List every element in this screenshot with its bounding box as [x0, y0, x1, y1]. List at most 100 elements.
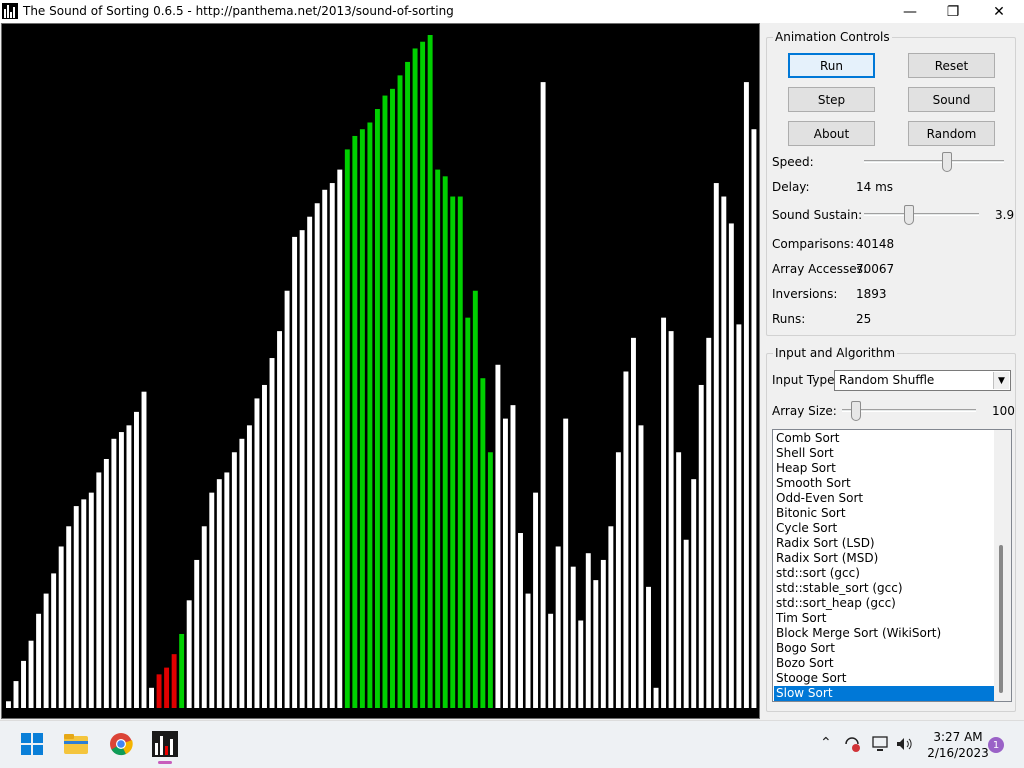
reset-button[interactable]: Reset — [908, 53, 995, 78]
array-bar — [412, 48, 418, 708]
clock-date: 2/16/2023 — [927, 746, 989, 760]
system-clock[interactable]: 3:27 AM 2/16/2023 — [920, 729, 996, 761]
speed-slider-thumb[interactable] — [942, 152, 952, 172]
chrome-icon[interactable] — [106, 729, 136, 759]
volume-icon[interactable] — [895, 735, 913, 753]
array-accesses-value: 70067 — [856, 262, 895, 276]
array-bar — [352, 135, 358, 708]
comparisons-label: Comparisons: — [772, 237, 855, 251]
algorithm-list-item[interactable]: Tim Sort — [774, 611, 994, 626]
array-size-slider[interactable] — [842, 401, 976, 421]
array-bar — [171, 654, 177, 708]
comparisons-value: 40148 — [856, 237, 895, 251]
algorithm-list-item[interactable]: Radix Sort (LSD) — [774, 536, 994, 551]
monitor-icon[interactable] — [871, 735, 889, 753]
array-bar — [329, 183, 335, 708]
input-type-select[interactable]: Random Shuffle ▼ — [834, 370, 1011, 391]
algorithm-list-item[interactable]: Smooth Sort — [774, 476, 994, 491]
inversions-value: 1893 — [856, 287, 887, 301]
array-bar — [736, 324, 742, 708]
run-button[interactable]: Run — [788, 53, 875, 78]
algorithm-list-item[interactable]: Radix Sort (MSD) — [774, 551, 994, 566]
input-type-value: Random Shuffle — [839, 373, 935, 387]
chevron-down-icon[interactable]: ▼ — [993, 372, 1009, 389]
array-bar — [224, 472, 230, 708]
algorithm-list-item[interactable]: std::stable_sort (gcc) — [774, 581, 994, 596]
algorithm-list-item[interactable]: Shell Sort — [774, 446, 994, 461]
algorithm-list-item[interactable]: Comb Sort — [774, 431, 994, 446]
array-bar — [262, 384, 267, 708]
minimize-button[interactable]: — — [887, 0, 933, 23]
array-bar — [728, 223, 734, 708]
array-bar — [683, 539, 689, 708]
array-bar — [179, 633, 185, 708]
array-size-slider-thumb[interactable] — [850, 401, 861, 421]
array-bar — [608, 526, 614, 708]
step-button[interactable]: Step — [788, 87, 875, 112]
array-bar — [540, 82, 546, 709]
array-bar — [141, 391, 147, 708]
algorithm-list-item[interactable]: Slow Sort — [774, 686, 994, 701]
array-bar — [164, 667, 170, 708]
network-status-icon[interactable] — [843, 735, 861, 753]
algorithm-list-item[interactable]: Block Merge Sort (WikiSort) — [774, 626, 994, 641]
maximize-button[interactable]: ❐ — [930, 0, 976, 23]
array-bar — [216, 479, 222, 708]
array-bar — [21, 660, 26, 708]
algorithm-list-item[interactable]: Bozo Sort — [774, 656, 994, 671]
array-bar — [103, 458, 109, 708]
file-explorer-icon[interactable] — [61, 729, 91, 759]
array-bar — [359, 129, 365, 709]
array-bar — [43, 593, 49, 708]
array-bar — [292, 236, 298, 708]
sound-of-sorting-icon[interactable] — [150, 729, 180, 764]
array-bar — [691, 479, 697, 708]
algorithm-list-item[interactable]: Bitonic Sort — [774, 506, 994, 521]
sound-button[interactable]: Sound — [908, 87, 995, 112]
speed-slider[interactable] — [864, 152, 1004, 172]
windows-start-icon[interactable] — [17, 729, 47, 759]
array-bar — [578, 620, 584, 708]
show-hidden-icons-chevron-icon[interactable]: ⌃ — [820, 735, 832, 751]
array-bar — [246, 425, 252, 708]
algorithm-list-item[interactable]: Cycle Sort — [774, 521, 994, 536]
array-bar — [149, 687, 154, 708]
sound-sustain-slider[interactable] — [864, 205, 979, 225]
algorithm-list-item[interactable]: Bogo Sort — [774, 641, 994, 656]
array-size-label: Array Size: — [772, 404, 837, 418]
random-button[interactable]: Random — [908, 121, 995, 146]
array-bar — [239, 438, 245, 708]
array-bar — [661, 317, 667, 708]
algorithm-list[interactable]: Comb Sort Shell Sort Heap Sort Smooth Sort O… — [772, 429, 1012, 702]
algorithm-list-item[interactable]: Heap Sort — [774, 461, 994, 476]
array-bar — [630, 337, 636, 708]
array-bar — [269, 358, 275, 708]
runs-value: 25 — [856, 312, 872, 326]
algorithm-list-item[interactable]: std::sort (gcc) — [774, 566, 994, 581]
array-bar — [36, 613, 42, 708]
algorithm-list-item[interactable]: std::sort_heap (gcc) — [774, 596, 994, 611]
algorithm-list-scrollbar[interactable] — [994, 430, 1011, 701]
sorting-visualization — [1, 23, 760, 719]
speed-label: Speed: — [772, 155, 814, 169]
array-bar — [254, 398, 260, 708]
array-bar — [435, 169, 441, 709]
array-bar — [600, 559, 606, 708]
sound-sustain-slider-thumb[interactable] — [903, 205, 914, 225]
array-bar — [194, 559, 200, 708]
delay-value: 14 ms — [856, 180, 894, 194]
array-bar — [525, 593, 531, 708]
algorithm-list-item[interactable]: Stooge Sort — [774, 671, 994, 686]
array-bar — [751, 129, 757, 709]
algorithm-list-item[interactable]: Odd-Even Sort — [774, 491, 994, 506]
notification-badge[interactable]: 1 — [988, 737, 1004, 753]
array-bar — [126, 425, 132, 708]
close-button[interactable]: ✕ — [976, 0, 1022, 23]
algorithm-list-scrollbar-thumb[interactable] — [999, 545, 1003, 693]
array-bar — [382, 95, 388, 708]
taskbar: ⌃ 3:27 AM 2/16/2023 1 — [0, 720, 1024, 768]
sound-sustain-label: Sound Sustain: — [772, 208, 863, 222]
array-bar — [277, 331, 283, 708]
about-button[interactable]: About — [788, 121, 875, 146]
sound-sustain-value: 3.9 — [995, 208, 1015, 222]
